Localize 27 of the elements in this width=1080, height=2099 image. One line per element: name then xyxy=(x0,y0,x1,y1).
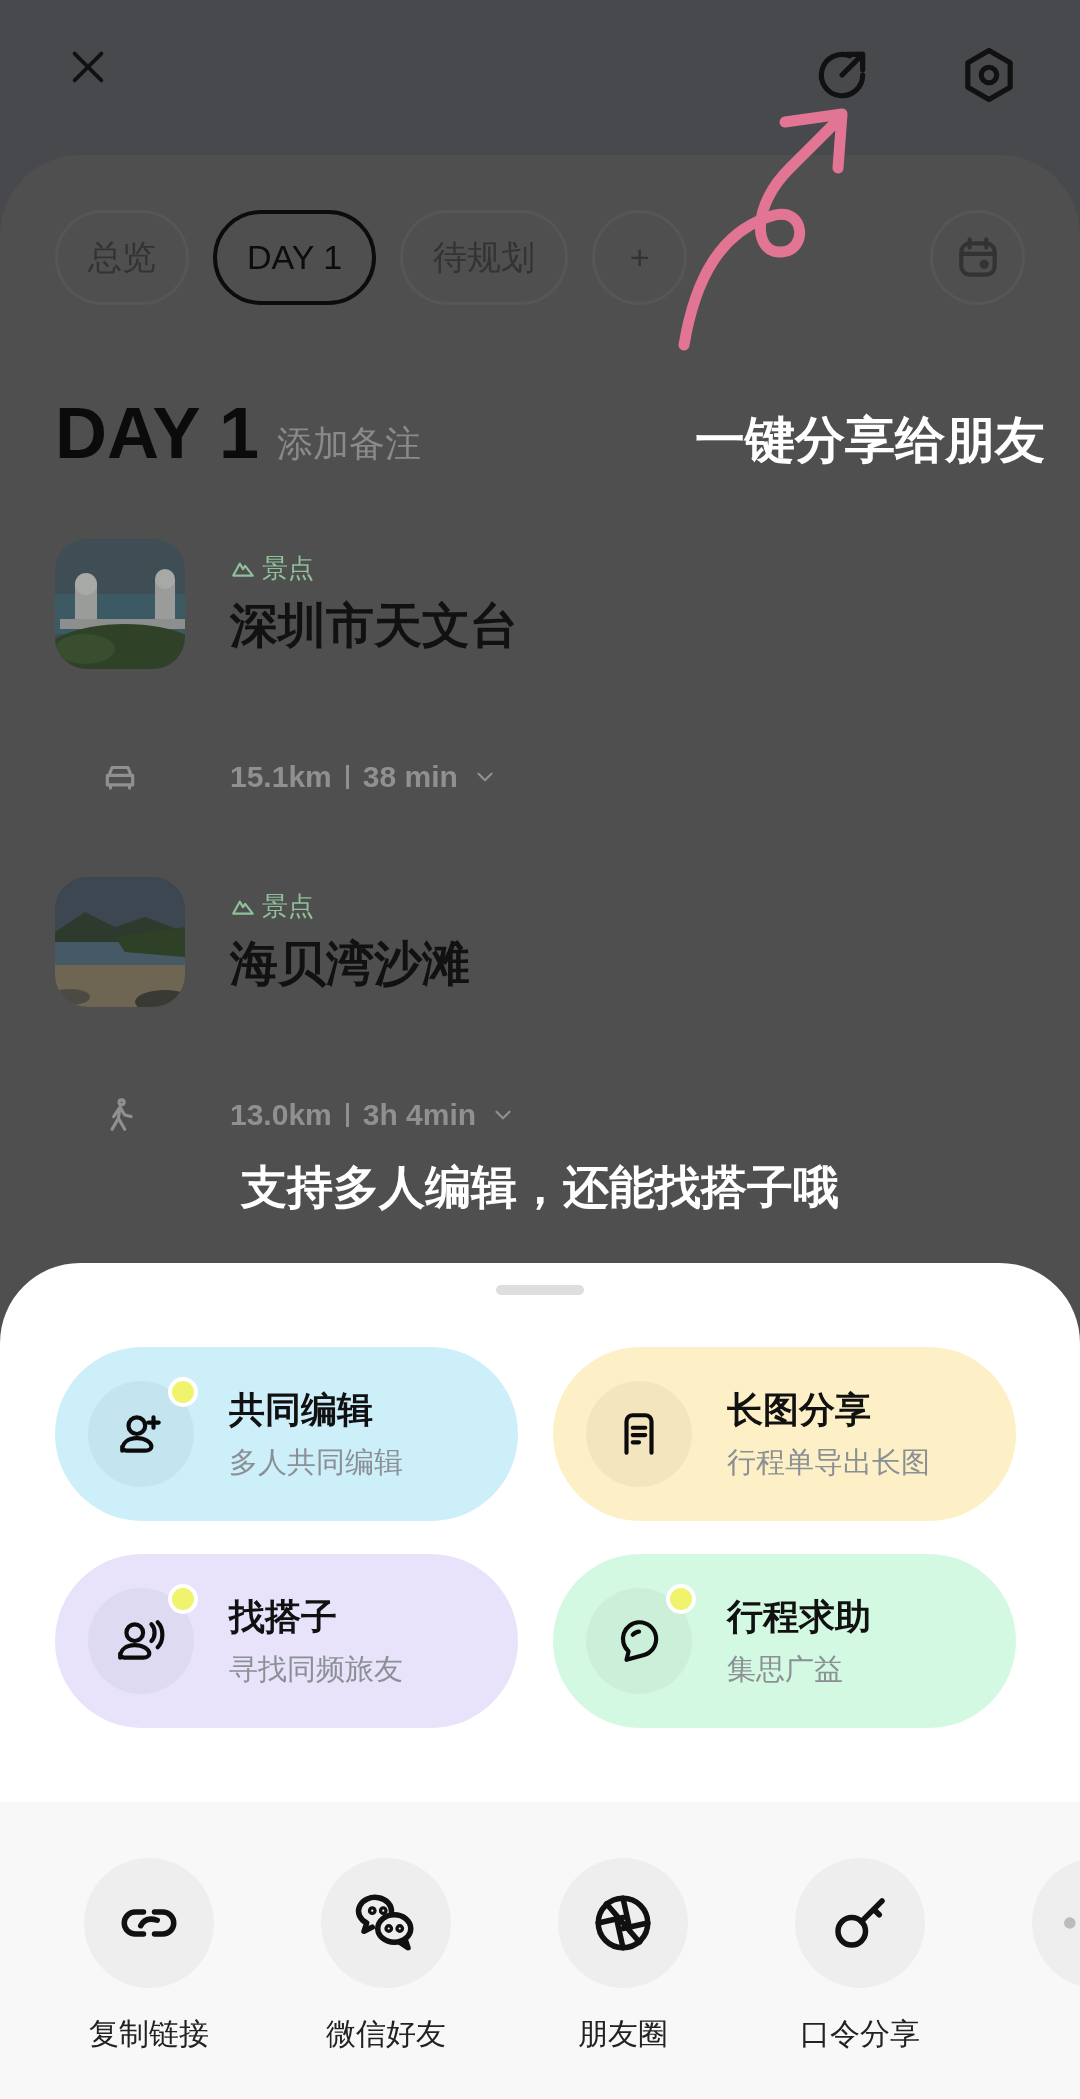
category-tag: 景点 xyxy=(262,550,314,586)
action-card[interactable]: 长图分享 行程单导出长图 xyxy=(553,1347,1016,1521)
share-option-label[interactable]: 口令分享 xyxy=(799,2014,920,2055)
action-title: 长图分享 xyxy=(727,1387,872,1432)
action-title: 共同编辑 xyxy=(229,1387,374,1432)
action-card[interactable]: 找搭子 寻找同频旅友 xyxy=(55,1554,518,1728)
share-option-label[interactable]: 朋友圈 xyxy=(577,2014,668,2055)
drag-handle[interactable] xyxy=(496,1285,584,1295)
action-card[interactable]: 行程求助 集思广益 xyxy=(553,1554,1016,1728)
share-hint-caption: 一键分享给朋友 xyxy=(695,411,1045,470)
distance-text: 13.0km xyxy=(230,1098,332,1132)
share-option-label[interactable]: 复制链接 xyxy=(88,2014,209,2055)
share-option-label[interactable]: 微信好友 xyxy=(325,2014,446,2055)
action-title: 找搭子 xyxy=(229,1594,338,1639)
action-subtitle: 多人共同编辑 xyxy=(229,1444,403,1480)
duration-text: 38 min xyxy=(362,760,458,794)
duration-text: 3h 4min xyxy=(362,1098,477,1132)
day-title: DAY 1 xyxy=(55,397,260,469)
action-subtitle: 行程单导出长图 xyxy=(727,1444,930,1480)
distance-text: 15.1km xyxy=(230,760,332,794)
calendar-button[interactable] xyxy=(930,210,1025,305)
action-subtitle: 集思广益 xyxy=(727,1651,844,1687)
feature-caption: 支持多人编辑，还能找搭子哦 xyxy=(239,1160,840,1215)
category-tag: 景点 xyxy=(262,888,314,924)
action-subtitle: 寻找同频旅友 xyxy=(229,1651,403,1687)
action-title: 行程求助 xyxy=(727,1594,871,1639)
action-card[interactable]: 共同编辑 多人共同编辑 xyxy=(55,1347,518,1521)
